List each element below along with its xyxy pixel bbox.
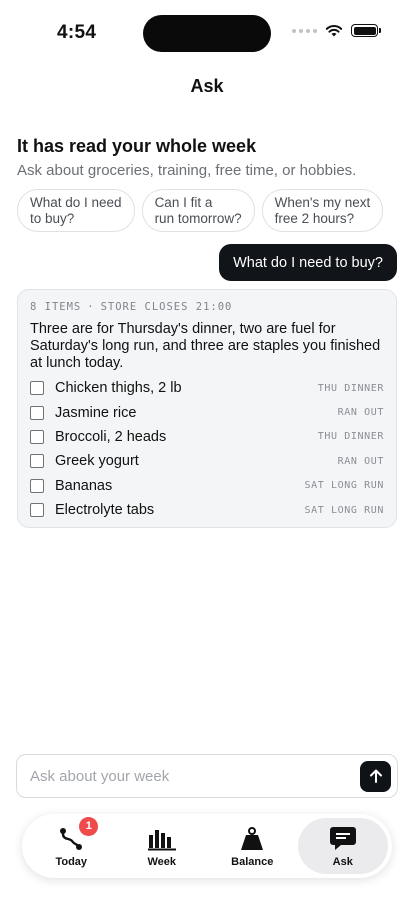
item-tag: THU DINNER <box>317 431 384 443</box>
answer-text: Three are for Thursday's dinner, two are… <box>30 321 381 371</box>
bar-chart-icon <box>147 829 176 850</box>
item-checkbox[interactable] <box>30 405 44 420</box>
tab-balance[interactable]: Balance <box>207 818 298 874</box>
status-icons <box>292 24 381 37</box>
list-item: Chicken thighs, 2 lb THU DINNER <box>30 376 384 400</box>
item-checkbox[interactable] <box>30 503 44 518</box>
item-tag: SAT LONG RUN <box>304 480 384 492</box>
cellular-signal-icon <box>292 28 317 33</box>
item-checkbox[interactable] <box>30 429 44 444</box>
send-button[interactable] <box>360 760 391 792</box>
suggestion-chip-free-time[interactable]: When's my next free 2 hours? <box>261 189 384 232</box>
message-composer <box>16 754 398 798</box>
item-checkbox[interactable] <box>30 454 44 469</box>
item-tag: THU DINNER <box>317 382 384 394</box>
item-count: 8 ITEMS <box>30 301 82 313</box>
item-label: Jasmine rice <box>55 404 137 421</box>
suggestion-chip-line: to buy? <box>30 210 75 226</box>
item-tag: SAT LONG RUN <box>304 504 384 516</box>
chat-bubble-icon <box>329 826 356 850</box>
intro-title: It has read your whole week <box>17 136 257 156</box>
intro-section: It has read your whole week Ask about gr… <box>17 136 397 179</box>
tab-label: Balance <box>231 855 274 868</box>
meta-separator: · <box>87 301 95 313</box>
answer-meta: 8 ITEMS · STORE CLOSES 21:00 <box>30 301 384 313</box>
suggestion-chip-line: free 2 hours? <box>274 210 355 226</box>
tab-ask[interactable]: Ask <box>297 818 388 874</box>
suggestion-chip-line: When's my next <box>274 194 371 210</box>
list-item: Greek yogurt RAN OUT <box>30 449 384 473</box>
user-message-bubble: What do I need to buy? <box>219 244 397 281</box>
tab-today[interactable]: 1 Today <box>26 816 117 874</box>
item-checkbox[interactable] <box>30 478 44 493</box>
list-item: Electrolyte tabs SAT LONG RUN <box>30 498 384 522</box>
answer-card: 8 ITEMS · STORE CLOSES 21:00 Three are for… <box>17 289 397 528</box>
page-title: Ask <box>190 76 224 96</box>
store-closing-time: STORE CLOSES 21:00 <box>100 301 233 313</box>
tab-label: Week <box>147 855 177 868</box>
list-item: Jasmine rice RAN OUT <box>30 400 384 424</box>
item-label: Greek yogurt <box>55 453 139 470</box>
tab-bar: 1 Today Week Balance Ask <box>22 814 392 878</box>
item-checkbox[interactable] <box>30 381 44 396</box>
suggestion-chip-line: Can I fit a <box>154 194 213 210</box>
list-item: Bananas SAT LONG RUN <box>30 474 384 498</box>
item-tag: RAN OUT <box>337 455 384 467</box>
ask-input[interactable] <box>30 767 360 785</box>
shopping-list: Chicken thighs, 2 lb THU DINNER Jasmine … <box>30 376 384 522</box>
list-item: Broccoli, 2 heads THU DINNER <box>30 425 384 449</box>
suggestion-chips: What do I need to buy? Can I fit a run t… <box>17 189 384 232</box>
suggestion-chip-line: run tomorrow? <box>154 210 242 226</box>
notification-badge: 1 <box>79 816 99 836</box>
suggestion-chip-buy[interactable]: What do I need to buy? <box>17 189 135 232</box>
dynamic-island <box>143 15 271 52</box>
suggestion-chip-line: What do I need <box>30 194 122 210</box>
item-label: Chicken thighs, 2 lb <box>55 380 182 397</box>
tab-label: Ask <box>332 855 353 868</box>
arrow-up-icon <box>369 769 382 783</box>
status-time: 4:54 <box>57 22 97 43</box>
status-bar: 4:54 <box>0 0 414 64</box>
weight-icon <box>241 826 264 850</box>
item-tag: RAN OUT <box>337 407 384 419</box>
suggestion-chip-run[interactable]: Can I fit a run tomorrow? <box>141 189 255 232</box>
item-label: Broccoli, 2 heads <box>55 428 167 445</box>
intro-subtitle: Ask about groceries, training, free time… <box>17 162 357 179</box>
item-label: Bananas <box>55 477 113 494</box>
item-label: Electrolyte tabs <box>55 502 155 519</box>
tab-week[interactable]: Week <box>117 818 208 874</box>
tab-label: Today <box>55 855 88 868</box>
battery-icon <box>351 24 381 37</box>
wifi-icon <box>325 24 343 37</box>
